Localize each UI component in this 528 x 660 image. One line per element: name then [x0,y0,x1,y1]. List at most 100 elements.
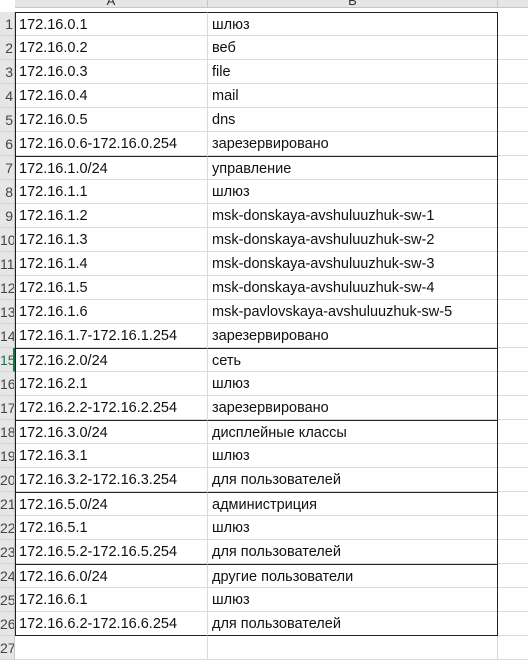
row-number[interactable]: 24 [0,564,15,588]
cell-ip-address[interactable]: 172.16.6.2-172.16.6.254 [15,612,208,636]
row-number[interactable]: 22 [0,516,15,540]
row-number[interactable]: 7 [0,156,15,180]
cell-ip-address[interactable]: 172.16.5.1 [15,516,208,540]
column-header-c[interactable] [498,0,528,8]
cell-description[interactable]: шлюз [208,588,498,612]
column-header-a[interactable]: A [15,0,208,8]
cell-empty[interactable] [498,564,528,588]
row-number[interactable]: 12 [0,276,15,300]
cell-empty[interactable] [498,228,528,252]
cell-ip-address[interactable]: 172.16.6.1 [15,588,208,612]
row-number[interactable]: 6 [0,132,15,156]
row-number[interactable]: 21 [0,492,15,516]
cell-description[interactable]: msk-pavlovskaya-avshuluuzhuk-sw-5 [208,300,498,324]
cell-ip-address[interactable]: 172.16.0.5 [15,108,208,132]
cell-empty[interactable] [498,372,528,396]
row-number[interactable]: 1 [0,12,15,36]
cell-empty[interactable] [498,12,528,36]
row-number[interactable]: 9 [0,204,15,228]
cell-empty[interactable] [498,204,528,228]
cell-description[interactable]: другие пользователи [208,564,498,588]
cell-ip-address[interactable]: 172.16.0.6-172.16.0.254 [15,132,208,156]
cell-empty[interactable] [498,588,528,612]
cell-ip-address[interactable]: 172.16.1.2 [15,204,208,228]
cell-description[interactable]: зарезервировано [208,324,498,348]
cell-empty[interactable] [498,636,528,660]
row-number[interactable]: 18 [0,420,15,444]
cell-empty[interactable] [498,468,528,492]
row-number[interactable]: 14 [0,324,15,348]
cell-description[interactable]: администриция [208,492,498,516]
cell-ip-address[interactable]: 172.16.1.0/24 [15,156,208,180]
cell-empty[interactable] [498,348,528,372]
cell-description[interactable]: для пользователей [208,612,498,636]
row-number[interactable]: 8 [0,180,15,204]
row-number[interactable]: 27 [0,636,15,660]
row-number[interactable]: 23 [0,540,15,564]
cell-description[interactable]: зарезервировано [208,132,498,156]
cell-description[interactable]: msk-donskaya-avshuluuzhuk-sw-3 [208,252,498,276]
cell-ip-address[interactable]: 172.16.0.4 [15,84,208,108]
cell-description[interactable]: дисплейные классы [208,420,498,444]
row-number[interactable]: 5 [0,108,15,132]
cell-empty[interactable] [498,180,528,204]
cell-description[interactable]: сеть [208,348,498,372]
row-number[interactable]: 15 [0,348,15,372]
row-number[interactable]: 3 [0,60,15,84]
cell-empty[interactable] [498,108,528,132]
cell-empty[interactable] [498,540,528,564]
row-number[interactable]: 26 [0,612,15,636]
cell-ip-address[interactable]: 172.16.1.6 [15,300,208,324]
row-number[interactable]: 13 [0,300,15,324]
cell-empty[interactable] [498,492,528,516]
cell-empty[interactable] [498,300,528,324]
cell-empty[interactable] [498,516,528,540]
cell-description[interactable]: управление [208,156,498,180]
cell-description[interactable]: веб [208,36,498,60]
cell-ip-address[interactable]: 172.16.1.7-172.16.1.254 [15,324,208,348]
row-number[interactable]: 2 [0,36,15,60]
cell-description[interactable]: шлюз [208,372,498,396]
cell-empty[interactable] [498,276,528,300]
row-number[interactable]: 16 [0,372,15,396]
cell-ip-address[interactable]: 172.16.6.0/24 [15,564,208,588]
cell-ip-address[interactable]: 172.16.3.0/24 [15,420,208,444]
cell-empty[interactable] [498,84,528,108]
cell-empty[interactable] [498,132,528,156]
row-number[interactable]: 20 [0,468,15,492]
row-number[interactable]: 11 [0,252,15,276]
row-number[interactable]: 4 [0,84,15,108]
cell-empty[interactable] [498,420,528,444]
cell-ip-address[interactable]: 172.16.0.1 [15,12,208,36]
column-header-b[interactable]: B [208,0,498,8]
cell-ip-address[interactable]: 172.16.2.2-172.16.2.254 [15,396,208,420]
cell-description[interactable]: msk-donskaya-avshuluuzhuk-sw-1 [208,204,498,228]
cell-description[interactable]: шлюз [208,180,498,204]
cell-ip-address[interactable]: 172.16.1.3 [15,228,208,252]
cell-empty[interactable] [498,252,528,276]
cell-description[interactable]: шлюз [208,516,498,540]
cell-ip-address[interactable]: 172.16.2.1 [15,372,208,396]
cell-empty[interactable] [498,36,528,60]
cell-ip-address[interactable]: 172.16.0.3 [15,60,208,84]
row-number[interactable]: 17 [0,396,15,420]
cell-empty[interactable] [498,324,528,348]
cell-ip-address[interactable]: 172.16.5.2-172.16.5.254 [15,540,208,564]
cell-description[interactable]: msk-donskaya-avshuluuzhuk-sw-4 [208,276,498,300]
row-number[interactable]: 19 [0,444,15,468]
cell-description[interactable]: msk-donskaya-avshuluuzhuk-sw-2 [208,228,498,252]
cell-description[interactable]: шлюз [208,12,498,36]
cell-description[interactable] [208,636,498,660]
cell-description[interactable]: dns [208,108,498,132]
cell-empty[interactable] [498,396,528,420]
cell-description[interactable]: для пользователей [208,540,498,564]
cell-empty[interactable] [498,156,528,180]
cell-ip-address[interactable]: 172.16.0.2 [15,36,208,60]
cell-empty[interactable] [498,612,528,636]
cell-description[interactable]: file [208,60,498,84]
cell-ip-address[interactable]: 172.16.3.1 [15,444,208,468]
cell-description[interactable]: для пользователей [208,468,498,492]
cell-ip-address[interactable]: 172.16.3.2-172.16.3.254 [15,468,208,492]
cell-ip-address[interactable]: 172.16.1.1 [15,180,208,204]
cell-description[interactable]: шлюз [208,444,498,468]
